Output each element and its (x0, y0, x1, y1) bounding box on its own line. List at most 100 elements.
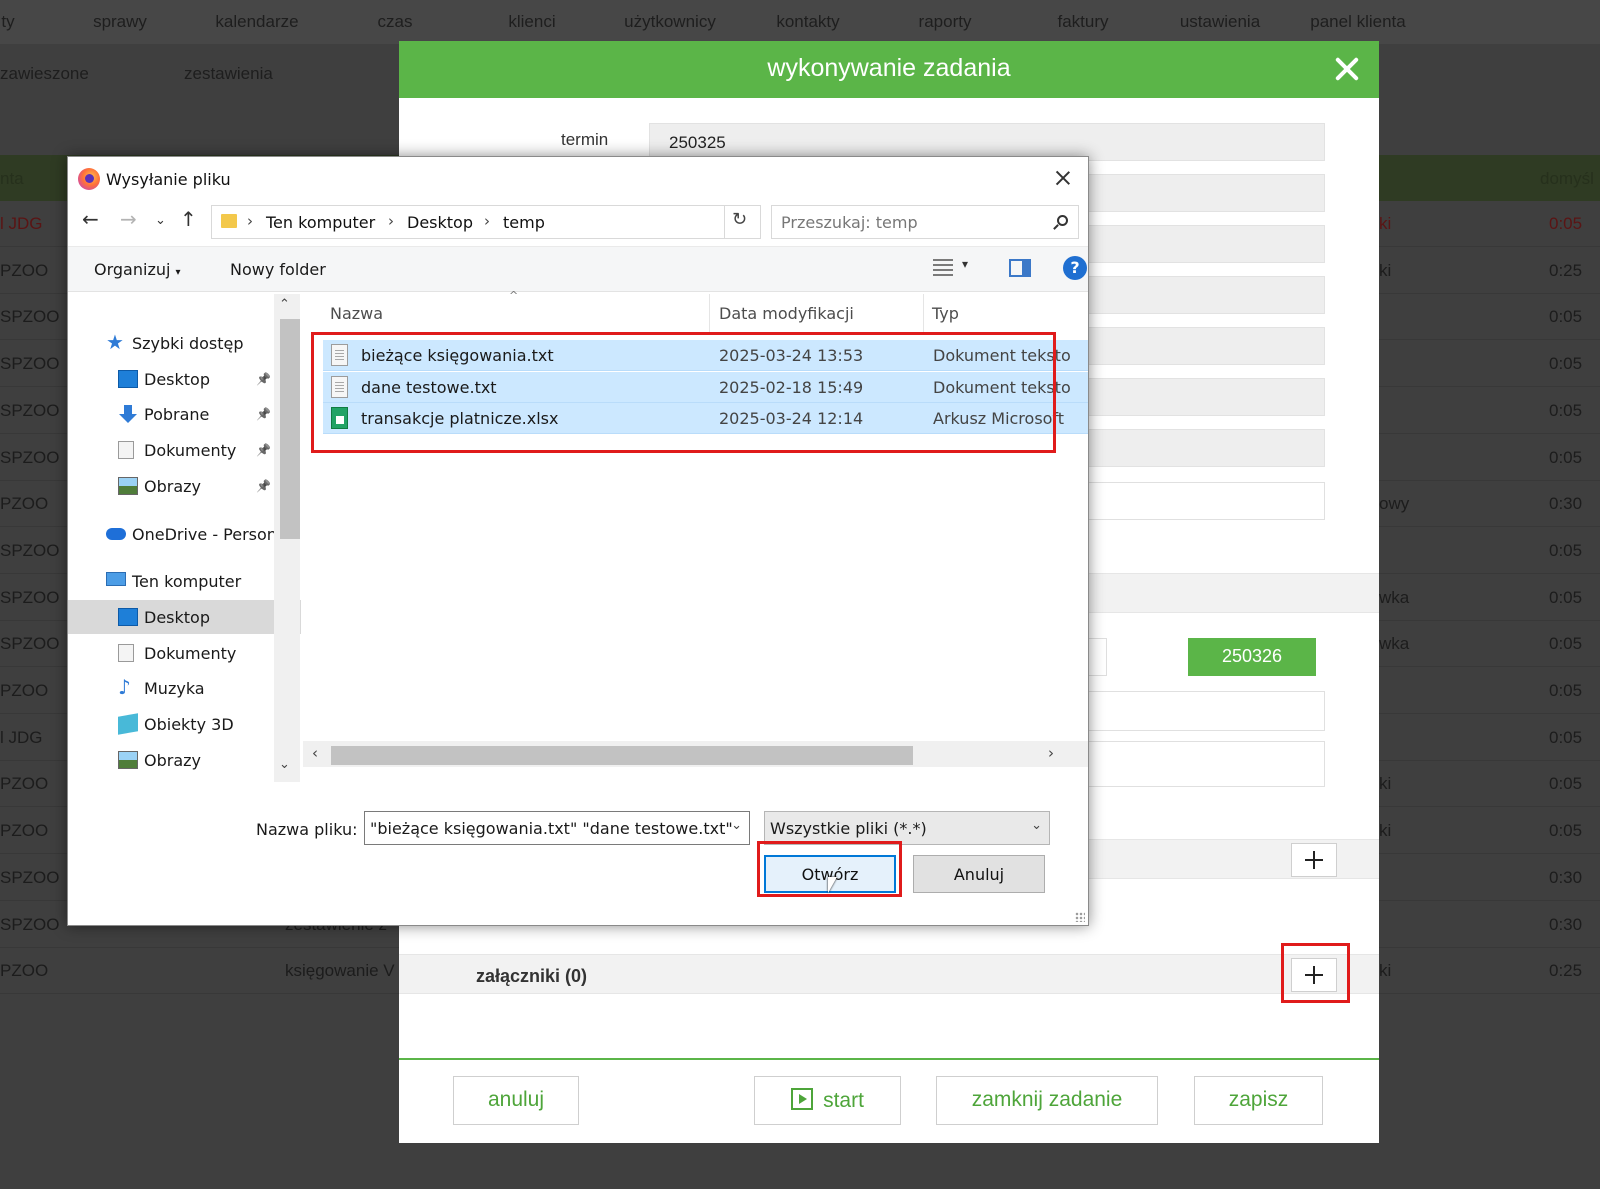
sidebar-item-label: Muzyka (144, 679, 205, 698)
music-icon: ♪ (118, 675, 131, 699)
chevron-down-icon[interactable]: ⌄ (731, 818, 742, 833)
client-cell: PZOO (0, 681, 49, 700)
new-folder-button[interactable]: Nowy folder (230, 260, 326, 279)
nav-item[interactable]: ty (1, 12, 14, 32)
client-cell: SPZOO (0, 354, 60, 374)
help-icon[interactable]: ? (1063, 256, 1087, 280)
view-list-icon[interactable] (933, 259, 953, 277)
nav-item-czas[interactable]: czas (378, 12, 413, 32)
nav-item-faktury[interactable]: faktury (1057, 12, 1108, 32)
breadcrumb-desktop[interactable]: Desktop (407, 213, 473, 232)
forward-arrow-icon[interactable]: → (120, 207, 137, 231)
recent-locations-chevron-icon[interactable]: ⌄ (155, 213, 166, 228)
file-row[interactable]: bieżące księgowania.txt 2025-03-24 13:53 D… (323, 340, 1088, 371)
client-cell: SPZOO (0, 587, 60, 607)
resize-grip-icon[interactable] (1075, 912, 1085, 922)
nav-item-klienci[interactable]: klienci (508, 12, 555, 32)
filename-value: "bieżące księgowania.txt" "dane testowe.… (370, 819, 733, 838)
client-cell: PZOO (0, 821, 49, 841)
dialog-toolbar: Organizuj ▾ Nowy folder ▾ ? (68, 246, 1088, 292)
file-modified: 2025-03-24 13:53 (719, 346, 864, 365)
pin-icon: 📌 (256, 443, 271, 457)
nav-item-kalendarze[interactable]: kalendarze (215, 12, 298, 32)
column-header-default: domyśl (1540, 169, 1594, 188)
filetype-select[interactable]: Wszystkie pliki (*.*) ⌄ (764, 811, 1050, 845)
category-cell: wka (1379, 587, 1410, 607)
file-name: bieżące księgowania.txt (361, 346, 554, 365)
chevron-down-icon[interactable]: ▾ (962, 257, 968, 271)
column-header-modified[interactable]: Data modyfikacji (719, 304, 854, 323)
column-header-type[interactable]: Typ (932, 304, 959, 323)
time-cell: 0:05 (1549, 400, 1583, 420)
close-icon[interactable] (1046, 163, 1080, 193)
play-icon (791, 1088, 814, 1110)
date-to-button[interactable]: 250326 (1188, 638, 1316, 676)
add-icon[interactable] (1291, 843, 1337, 877)
nav-item-kontakty[interactable]: kontakty (776, 12, 839, 32)
search-input[interactable]: Przeszukaj: temp (771, 205, 1079, 239)
nav-item-ustawienia[interactable]: ustawienia (1180, 12, 1260, 32)
time-cell: 0:05 (1549, 354, 1583, 374)
sidebar-item[interactable]: Dokumenty (68, 636, 301, 670)
organize-menu[interactable]: Organizuj ▾ (94, 260, 181, 279)
time-cell: 0:05 (1549, 214, 1583, 233)
sidebar-item[interactable]: Obiekty 3D (68, 707, 301, 741)
sidebar-item-label: Obiekty 3D (144, 715, 234, 734)
scrollbar-thumb[interactable] (331, 746, 913, 765)
category-cell: ki (1379, 821, 1392, 841)
time-cell: 0:30 (1549, 914, 1583, 934)
sidebar-item-label: Obrazy (144, 477, 201, 496)
nav-item-raporty[interactable]: raporty (919, 12, 972, 32)
sidebar-item[interactable]: Desktop (68, 600, 301, 634)
file-row[interactable]: transakcje platnicze.xlsx 2025-03-24 12:1… (323, 403, 1088, 434)
filename-input[interactable]: "bieżące księgowania.txt" "dane testowe.… (364, 811, 750, 845)
chevron-down-icon: ▾ (175, 267, 181, 278)
sidebar-item[interactable]: ★ Szybki dostęp (68, 326, 301, 360)
file-row[interactable]: dane testowe.txt 2025-02-18 15:49 Dokument… (323, 371, 1088, 403)
sidebar-item[interactable]: Dokumenty 📌 (68, 433, 301, 467)
scrollbar-thumb[interactable] (280, 319, 300, 539)
add-attachment-icon[interactable] (1291, 958, 1337, 992)
nav-item-panel-klienta[interactable]: panel klienta (1310, 12, 1405, 32)
sidebar-item[interactable]: Obrazy (68, 743, 301, 777)
nav-item-sprawy[interactable]: sprawy (93, 12, 147, 32)
refresh-icon[interactable]: ↻ (724, 205, 754, 239)
sidebar-item[interactable]: OneDrive - Person (68, 517, 301, 551)
mouse-cursor-icon (828, 877, 837, 893)
time-cell: 0:30 (1549, 494, 1583, 514)
main-navigation: ty sprawy kalendarze czas klienci użytko… (0, 0, 1600, 44)
breadcrumb-this-pc[interactable]: Ten komputer (266, 213, 375, 232)
column-header-name[interactable]: Nazwa (330, 304, 383, 323)
pin-icon: 📌 (256, 407, 271, 421)
time-cell: 0:05 (1549, 681, 1583, 700)
cancel-button[interactable]: anuluj (453, 1076, 579, 1125)
scroll-right-icon[interactable]: › (1048, 744, 1054, 762)
sidebar-item[interactable]: Pobrane 📌 (68, 397, 301, 431)
scroll-down-icon[interactable]: ⌄ (279, 757, 290, 772)
file-name: transakcje platnicze.xlsx (361, 409, 559, 428)
address-bar[interactable]: › Ten komputer › Desktop › temp ⌄ (211, 205, 859, 239)
scroll-left-icon[interactable]: ‹ (312, 744, 318, 762)
close-task-button[interactable]: zamknij zadanie (936, 1076, 1158, 1125)
back-arrow-icon[interactable]: ← (82, 207, 99, 231)
preview-pane-icon[interactable] (1009, 259, 1031, 277)
close-icon[interactable] (1329, 51, 1365, 87)
sidebar-item[interactable]: Ten komputer (68, 564, 301, 598)
sidebar-item[interactable]: ♪ Muzyka (68, 671, 301, 705)
sidebar-item[interactable]: Desktop 📌 (68, 362, 301, 396)
text-file-icon (331, 344, 348, 366)
scroll-up-icon[interactable]: ⌃ (279, 297, 290, 312)
up-arrow-icon[interactable]: ↑ (180, 207, 197, 231)
time-cell: 0:05 (1549, 447, 1583, 467)
sub-item-zawieszone[interactable]: zawieszone (0, 64, 89, 84)
file-type: Dokument teksto (933, 346, 1071, 365)
sidebar-item[interactable]: Obrazy 📌 (68, 469, 301, 503)
breadcrumb-temp[interactable]: temp (503, 213, 545, 232)
dialog-cancel-button[interactable]: Anuluj (913, 855, 1045, 893)
onedrive-icon (106, 528, 126, 540)
sort-ascending-icon: ^ (509, 289, 519, 302)
nav-item-uzytkownicy[interactable]: użytkownicy (624, 12, 716, 32)
save-button[interactable]: zapisz (1194, 1076, 1323, 1125)
sub-item-zestawienia[interactable]: zestawienia (184, 64, 273, 84)
start-button[interactable]: start (754, 1076, 901, 1125)
